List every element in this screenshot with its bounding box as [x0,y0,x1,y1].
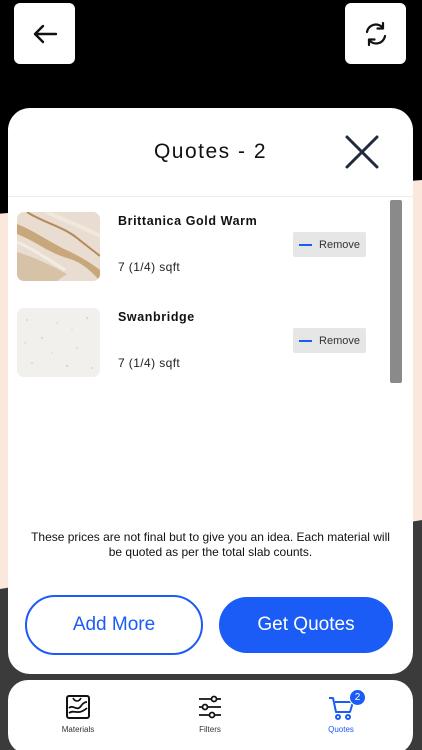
quote-item: Brittanica Gold Warm 7 (1/4) sqft Remove [17,212,382,282]
cart-badge: 2 [349,689,366,706]
filters-icon [199,695,221,719]
material-thumbnail [17,308,100,377]
scrollbar[interactable] [390,200,402,383]
refresh-button[interactable] [345,3,406,64]
back-button[interactable] [14,3,75,64]
close-button[interactable] [344,134,380,170]
nav-item-materials[interactable]: Materials [33,692,123,734]
item-qty: 7 (1/4) sqft [118,356,181,370]
nav-label: Quotes [328,725,354,734]
minus-icon [299,339,313,342]
material-thumbnail [17,212,100,281]
minus-icon [299,243,313,246]
nav-item-filters[interactable]: Filters [165,692,255,734]
arrow-left-icon [33,24,57,43]
price-note: These prices are not final but to give y… [31,530,390,559]
nav-label: Materials [61,725,95,734]
refresh-icon [365,21,386,46]
close-icon [345,135,379,169]
item-qty: 7 (1/4) sqft [118,260,181,274]
item-name: Brittanica Gold Warm [118,214,258,228]
nav-label: Filters [199,725,221,734]
quotes-modal: Quotes - 2 Brittanica Gold Warm 7 (1/4) … [8,108,413,674]
bottom-nav: Materials Filters 2 Quotes [8,680,413,750]
remove-button[interactable]: Remove [293,328,366,353]
remove-label: Remove [319,334,360,347]
header-divider [8,196,413,197]
nav-item-quotes[interactable]: 2 Quotes [296,689,386,734]
add-more-button[interactable]: Add More [25,595,203,655]
item-name: Swanbridge [118,310,195,324]
remove-label: Remove [319,238,360,251]
quote-item: Swanbridge 7 (1/4) sqft Remove [17,308,382,378]
materials-icon [66,695,90,719]
get-quotes-button[interactable]: Get Quotes [219,597,393,653]
remove-button[interactable]: Remove [293,232,366,257]
